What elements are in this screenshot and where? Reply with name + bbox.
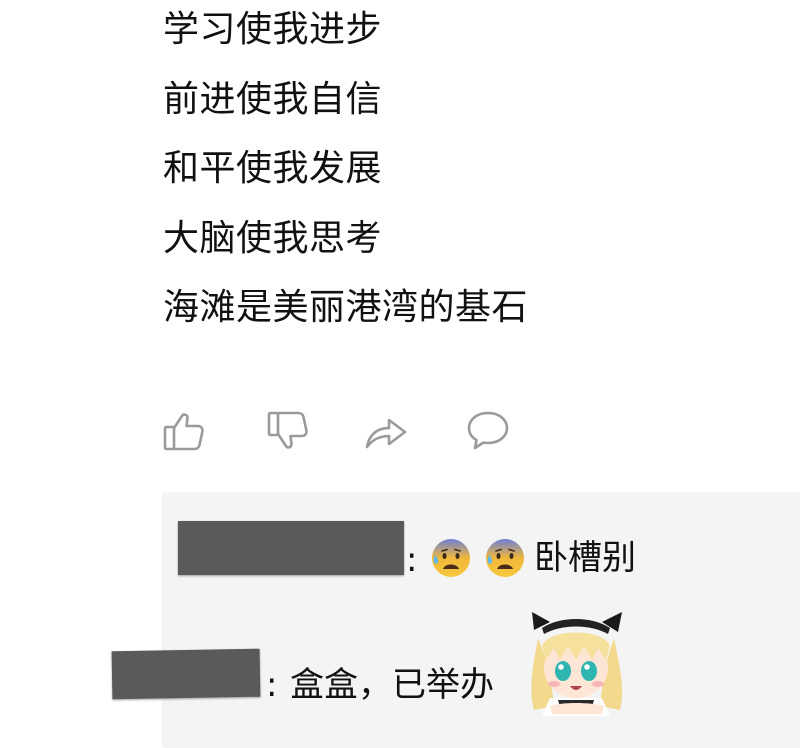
thumbs-up-icon bbox=[163, 413, 204, 451]
share-button[interactable] bbox=[360, 405, 412, 457]
post-line: 海滩是美丽港湾的基石 bbox=[163, 287, 529, 328]
dislike-button[interactable] bbox=[264, 405, 316, 457]
action-bar bbox=[160, 405, 520, 457]
post-line: 大脑使我思考 bbox=[163, 217, 383, 259]
redacted-username bbox=[111, 648, 261, 700]
redacted-username bbox=[178, 521, 404, 575]
post-line: 学习使我进步 bbox=[163, 9, 383, 50]
comment-icon bbox=[467, 411, 509, 450]
thumbs-down-icon bbox=[267, 411, 308, 449]
anime-girl-sticker bbox=[531, 612, 623, 716]
share-icon bbox=[365, 418, 407, 449]
comment-separator: : bbox=[266, 665, 278, 705]
comment-button[interactable] bbox=[462, 405, 514, 457]
comment-panel: : 卧槽别: 盒盒，已举办 bbox=[111, 492, 800, 748]
post-line: 和平使我发展 bbox=[163, 148, 383, 189]
post-line: 前进使我自信 bbox=[163, 78, 383, 120]
post-body: 学习使我进步 前进使我自信 和平使我发展 大脑使我思考 海滩是美丽港湾的基石 bbox=[163, 12, 528, 360]
comment-text: 盒盒，已举办 bbox=[290, 665, 494, 705]
anxious-face-with-sweat-icon bbox=[432, 539, 470, 577]
anxious-face-with-sweat-icon bbox=[486, 539, 524, 577]
comment-separator: : bbox=[406, 540, 418, 580]
comment-text: 卧槽别 bbox=[534, 538, 636, 578]
like-button[interactable] bbox=[160, 405, 212, 457]
